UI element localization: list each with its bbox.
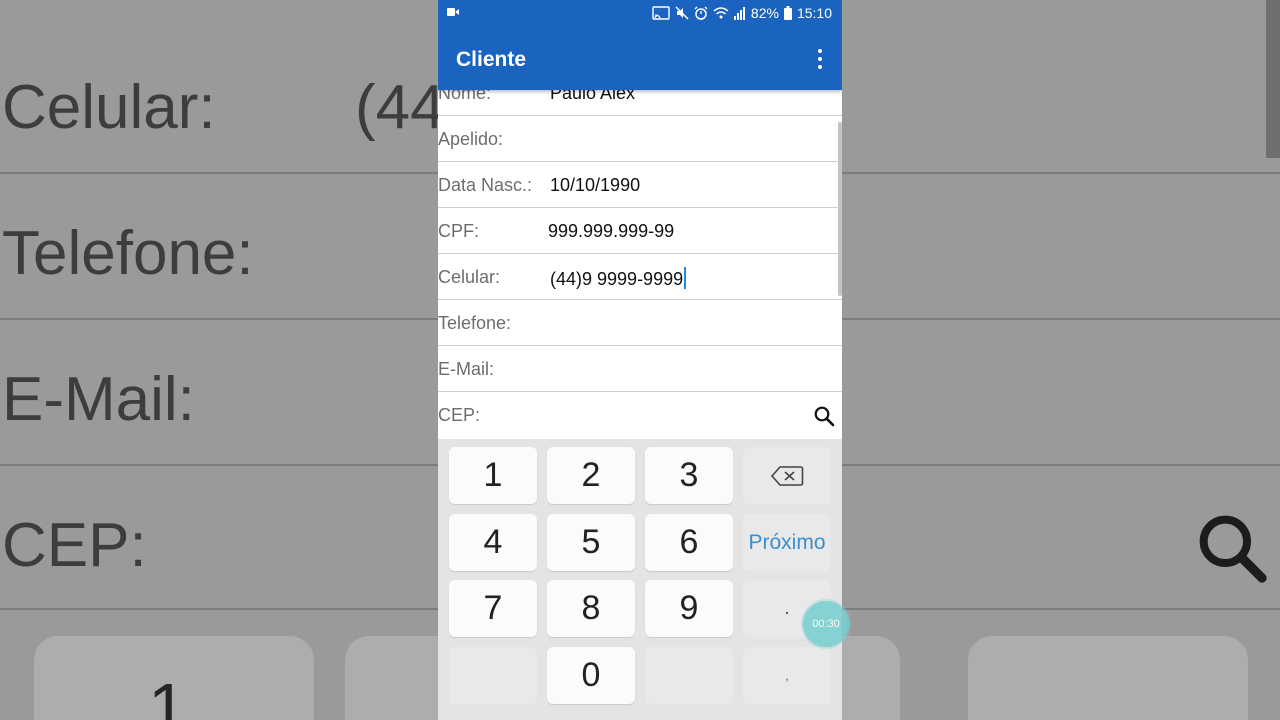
field-telefone[interactable]: Telefone: [438,300,842,346]
app-bar: Cliente [438,28,842,90]
blank-key [645,647,733,704]
numeric-keyboard: 1 2 3 4 5 6 Próximo 7 8 9 . 0 , [438,439,842,720]
cast-icon [652,6,670,20]
text-caret [684,267,687,289]
field-label: Telefone: [438,313,512,333]
battery-icon [783,6,792,20]
bg-divider [842,318,1280,320]
more-vert-icon[interactable] [816,49,824,69]
bg-divider [0,464,438,466]
field-data-nasc[interactable]: Data Nasc.: 10/10/1990 [438,162,842,208]
bg-label-cep: CEP: [2,511,147,580]
next-key[interactable]: Próximo [743,514,831,571]
key-1[interactable]: 1 [449,447,537,504]
bg-divider [0,172,438,174]
bg-key [345,636,438,720]
blank-key [449,647,537,704]
bg-divider [0,318,438,320]
field-label: Apelido: [438,129,504,149]
backspace-key[interactable] [743,447,831,504]
background-right [842,0,1280,720]
key-8[interactable]: 8 [547,580,635,637]
bg-key [968,636,1248,720]
key-3[interactable]: 3 [645,447,733,504]
mute-icon [675,6,689,20]
status-bar: 82% 15:10 [438,0,842,28]
backspace-icon [770,465,804,486]
bg-label-telefone: Telefone: [2,219,254,288]
key-6[interactable]: 6 [645,514,733,571]
bg-divider [842,608,1280,610]
status-icons: 82% 15:10 [652,5,832,21]
field-label: E-Mail: [438,359,495,379]
wifi-icon [713,7,729,19]
page-title: Cliente [456,48,527,71]
field-email[interactable]: E-Mail: [438,346,842,392]
field-apelido[interactable]: Apelido: [438,116,842,162]
clock: 15:10 [796,5,832,21]
bg-divider [842,172,1280,174]
key-5[interactable]: 5 [547,514,635,571]
video-camera-icon [447,8,459,16]
form-scrollbar[interactable] [838,122,842,296]
key-7[interactable]: 7 [449,580,537,637]
field-label: CPF: [438,221,480,241]
field-label: Celular: [438,267,501,287]
field-cpf[interactable]: CPF: 999.999.999-99 [438,208,842,254]
alarm-icon [694,6,708,20]
signal-icon [733,7,745,20]
bg-search-icon [1199,515,1267,583]
bg-scrollbar [1266,0,1280,158]
bg-label-email: E-Mail: [2,365,195,434]
bg-divider [0,608,438,610]
key-9[interactable]: 9 [645,580,733,637]
bg-label-celular: Celular: [2,73,216,142]
bg-key-label: 1 [148,669,187,720]
field-value-active: (44)9 9999-9999 [550,267,687,290]
background-left: Celular: (44 Telefone: E-Mail: CEP: 1 [0,0,438,720]
field-value-text: (44)9 9999-9999 [550,269,684,289]
field-label: Data Nasc.: [438,175,533,195]
field-celular[interactable]: Celular: (44)9 9999-9999 [438,254,842,300]
recording-timer[interactable]: 00:30 [803,601,849,647]
comma-key[interactable]: , [743,647,831,704]
key-4[interactable]: 4 [449,514,537,571]
field-value: 999.999.999-99 [548,221,675,241]
battery-percent: 82% [750,5,779,21]
key-2[interactable]: 2 [547,447,635,504]
client-form: Nome: Paulo Alex Apelido: Data Nasc.: 10… [438,70,842,439]
phone-screen: 82% 15:10 Cliente Nome: Paulo Alex Apeli… [438,0,842,720]
key-0[interactable]: 0 [547,647,635,704]
bg-divider [842,464,1280,466]
search-icon[interactable] [812,404,836,428]
field-label: CEP: [438,405,481,425]
bg-key [842,636,900,720]
field-value: 10/10/1990 [550,175,641,195]
field-cep[interactable]: CEP: [438,392,842,438]
bg-value-fragment: (44 [355,73,438,142]
